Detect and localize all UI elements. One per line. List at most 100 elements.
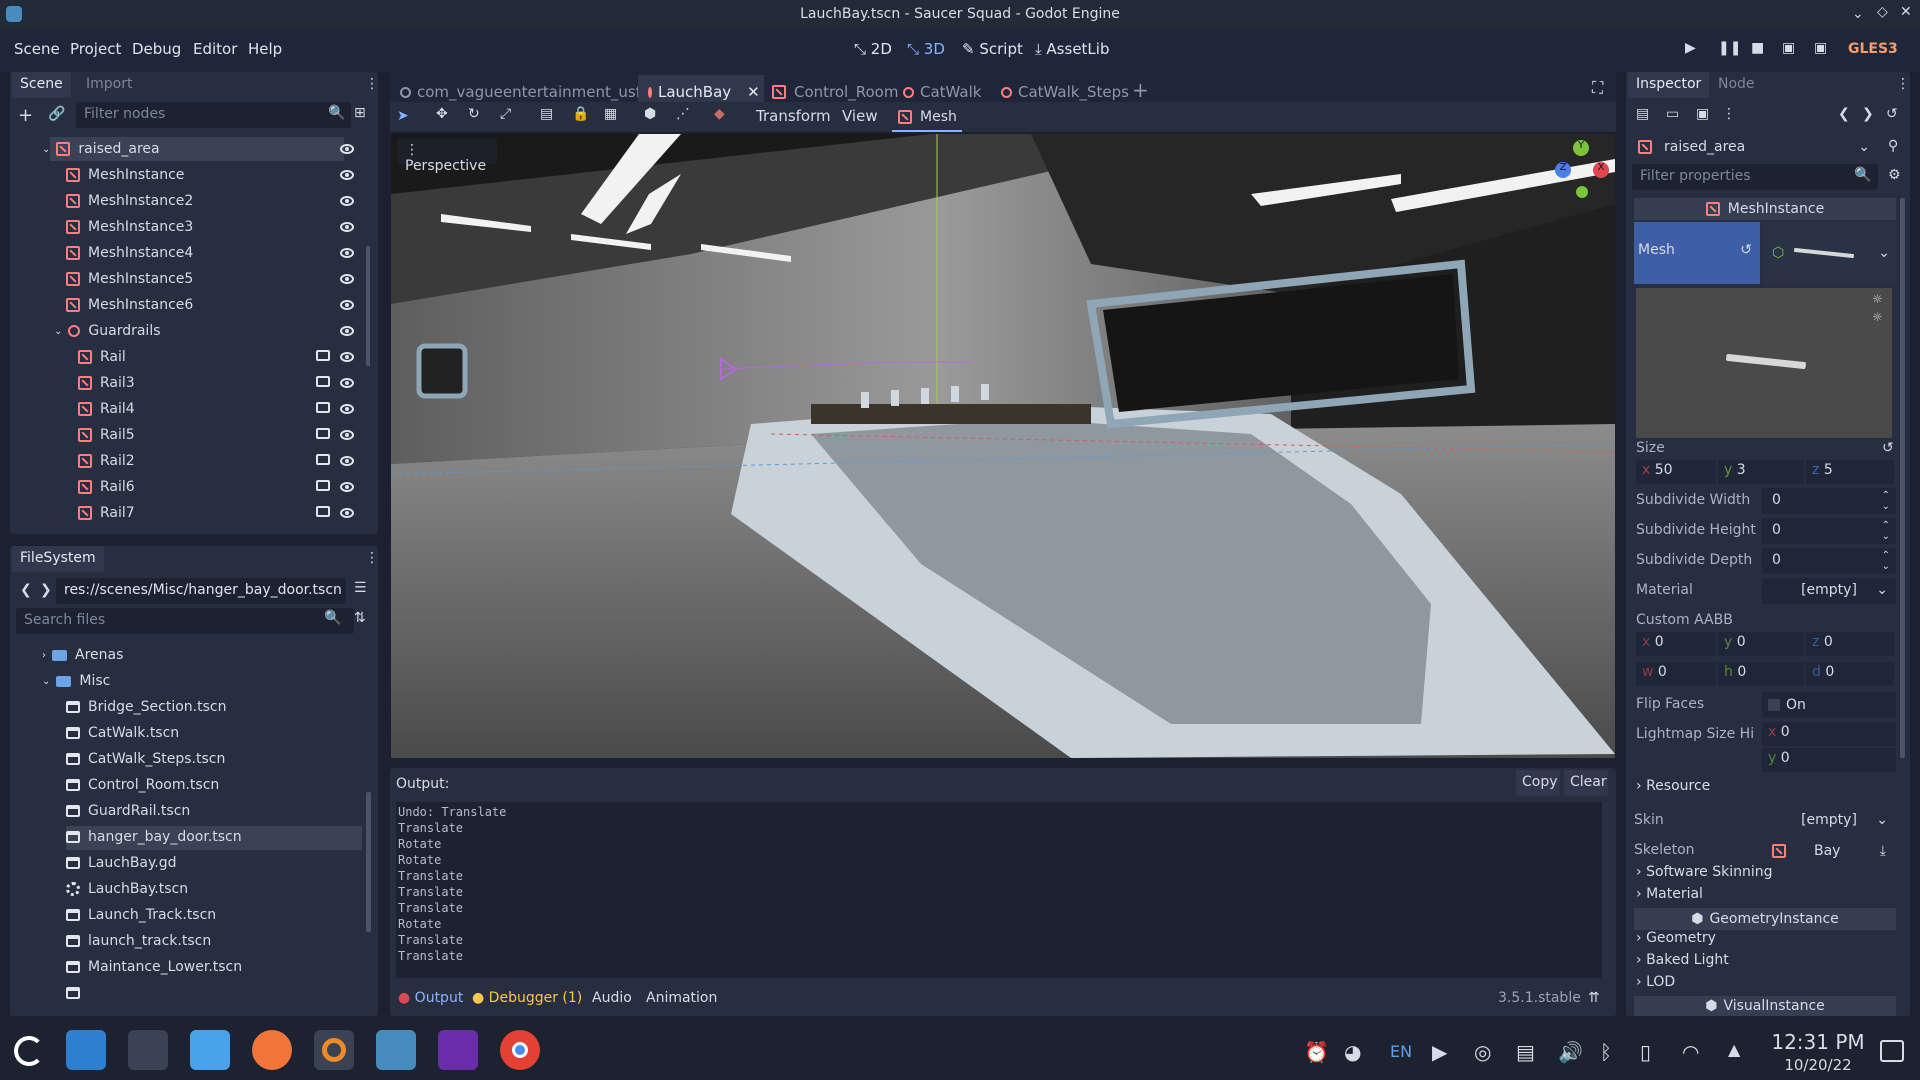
volume-icon[interactable]: 🔊 <box>1558 1040 1583 1064</box>
visibility-eye-icon[interactable] <box>340 300 354 310</box>
expand-panel-icon[interactable]: ⇈ <box>1588 990 1600 1006</box>
lightmap-x-field[interactable]: x 0 <box>1762 722 1896 746</box>
instance-scene-icon[interactable]: ⊞ <box>354 105 366 121</box>
open-scene-icon[interactable] <box>316 402 330 413</box>
material-section[interactable]: › Material <box>1636 886 1703 902</box>
tree-node-rail6[interactable]: Rail6 <box>78 474 135 500</box>
aabb-x-field[interactable]: x 0 <box>1636 632 1716 656</box>
add-node-icon[interactable]: + <box>18 105 33 126</box>
play-icon[interactable]: ▶ <box>1685 40 1696 56</box>
light-toggle-icon[interactable]: ☼ <box>1872 292 1883 306</box>
material-picker[interactable]: [empty] ⌄ <box>1762 578 1896 604</box>
keyboard-layout[interactable]: EN <box>1390 1042 1412 1061</box>
resource-section[interactable]: › Resource <box>1636 778 1710 794</box>
scene-tree-scrollbar[interactable] <box>366 246 370 366</box>
perspective-menu[interactable]: ⋮ Perspective <box>397 138 497 174</box>
view-gizmo[interactable]: Y X Z <box>1543 138 1613 204</box>
revert-icon[interactable]: ↺ <box>1882 440 1894 456</box>
dock-menu-icon[interactable]: ⋮ <box>1896 76 1910 92</box>
aabb-d-field[interactable]: d 0 <box>1806 662 1894 686</box>
gizmo-z-axis[interactable]: Z <box>1555 162 1571 178</box>
tree-node-rail3[interactable]: Rail3 <box>78 370 135 396</box>
inspector-scrollbar[interactable] <box>1900 198 1905 758</box>
file-item[interactable]: Maintance_Lower.tscn <box>66 954 242 980</box>
visibility-eye-icon[interactable] <box>340 222 354 232</box>
snap-icon[interactable]: ⋰ <box>676 106 690 122</box>
file-item[interactable] <box>66 980 88 1006</box>
open-scene-icon[interactable] <box>316 454 330 465</box>
aabb-h-field[interactable]: h 0 <box>1718 662 1804 686</box>
sort-icon[interactable]: ⇅ <box>354 610 366 626</box>
visibility-eye-icon[interactable] <box>340 170 354 180</box>
forward-icon[interactable]: ❯ <box>40 582 52 598</box>
visibility-eye-icon[interactable] <box>340 378 354 388</box>
open-scene-icon[interactable] <box>316 480 330 491</box>
clipboard-icon[interactable]: ▤ <box>1516 1040 1535 1064</box>
path-field[interactable]: res://scenes/Misc/hanger_bay_door.tscn <box>56 578 346 604</box>
wifi-icon[interactable]: ◠ <box>1682 1040 1699 1064</box>
folder-arenas[interactable]: › Arenas <box>42 642 123 668</box>
view-menu[interactable]: View <box>842 107 878 125</box>
gizmo-neg-y[interactable] <box>1576 186 1588 198</box>
camera-icon[interactable]: ◆ <box>714 106 725 122</box>
close-icon[interactable]: ✕ <box>1900 4 1912 20</box>
rotate-tool-icon[interactable]: ↻ <box>468 106 480 122</box>
show-hidden-icons[interactable]: ▲ <box>1728 1040 1740 1059</box>
file-item[interactable]: LauchBay.tscn <box>66 876 188 902</box>
lock-icon[interactable]: 🔒 <box>572 106 589 122</box>
spin-arrows-icon[interactable]: ⌃ ⌄ <box>1882 490 1890 512</box>
blender-icon[interactable] <box>314 1030 354 1070</box>
visibility-eye-icon[interactable] <box>340 274 354 284</box>
history-back-icon[interactable]: ❮ <box>1838 106 1850 122</box>
gizmo-y-axis[interactable]: Y <box>1573 140 1589 156</box>
tab-scene[interactable]: Scene <box>12 72 71 98</box>
discover-store-icon[interactable] <box>66 1030 106 1070</box>
clock-time[interactable]: 12:31 PM <box>1758 1030 1878 1054</box>
link-icon[interactable]: 🔗 <box>48 106 65 122</box>
visibility-eye-icon[interactable] <box>340 248 354 258</box>
new-resource-icon[interactable]: ▤ <box>1636 106 1649 122</box>
revert-icon[interactable]: ↺ <box>1740 242 1752 258</box>
bottom-tab-audio[interactable]: Audio <box>592 990 632 1006</box>
visibility-eye-icon[interactable] <box>340 404 354 414</box>
menu-debug[interactable]: Debug <box>132 40 181 58</box>
show-desktop-icon[interactable] <box>1880 1040 1904 1062</box>
spin-arrows-icon[interactable]: ⌃ ⌄ <box>1882 550 1890 572</box>
gizmo-x-axis[interactable]: X <box>1593 162 1609 178</box>
notifications-icon[interactable]: ⏰ <box>1304 1040 1329 1064</box>
software-skinning-section[interactable]: › Software Skinning <box>1636 864 1773 880</box>
dock-menu-icon[interactable]: ⋮ <box>365 550 379 566</box>
spin-arrows-icon[interactable]: ⌃ ⌄ <box>1882 520 1890 542</box>
tab-node[interactable]: Node <box>1710 72 1763 98</box>
tree-node-guardrails[interactable]: ⌄ Guardrails <box>54 318 161 344</box>
mode-assetlib-button[interactable]: ⤓ AssetLib <box>1035 40 1109 58</box>
3d-viewport[interactable]: ⋮ Perspective Y X Z <box>391 134 1615 758</box>
tree-node-rail[interactable]: Rail <box>78 344 126 370</box>
tree-node-meshinstance[interactable]: MeshInstance <box>66 162 184 188</box>
subdivide-width-spinbox[interactable]: 0 ⌃ ⌄ <box>1762 488 1896 514</box>
aabb-y-field[interactable]: y 0 <box>1718 632 1804 656</box>
tree-node-meshinstance5[interactable]: MeshInstance5 <box>66 266 193 292</box>
lod-section[interactable]: › LOD <box>1636 974 1675 990</box>
move-tool-icon[interactable]: ✥ <box>436 106 448 122</box>
subdivide-depth-spinbox[interactable]: 0 ⌃ ⌄ <box>1762 548 1896 574</box>
mesh-resource-picker[interactable]: ⬡ ⌄ <box>1762 222 1896 284</box>
visibility-eye-icon[interactable] <box>340 508 354 518</box>
local-space-icon[interactable]: ⬢ <box>644 106 656 122</box>
scale-tool-icon[interactable]: ⤢ <box>500 106 511 122</box>
file-manager-icon[interactable] <box>190 1030 230 1070</box>
menu-help[interactable]: Help <box>248 40 282 58</box>
tab-filesystem[interactable]: FileSystem <box>12 546 104 572</box>
clear-button[interactable]: Clear <box>1564 770 1608 796</box>
mode-script-button[interactable]: ✎ Script <box>962 40 1023 58</box>
bottom-tab-debugger[interactable]: ● Debugger (1) <box>472 990 582 1006</box>
tree-node-meshinstance2[interactable]: MeshInstance2 <box>66 188 193 214</box>
mode-2d-button[interactable]: ⤡ 2D <box>854 40 892 58</box>
visibility-eye-icon[interactable] <box>340 352 354 362</box>
select-tool-icon[interactable]: ➤ <box>397 108 409 124</box>
menu-project[interactable]: Project <box>70 40 121 58</box>
system-settings-icon[interactable] <box>128 1030 168 1070</box>
discord-icon[interactable]: ◕ <box>1344 1040 1361 1064</box>
size-y-field[interactable]: y 3 <box>1718 460 1804 484</box>
file-tree-scrollbar[interactable] <box>366 792 371 932</box>
